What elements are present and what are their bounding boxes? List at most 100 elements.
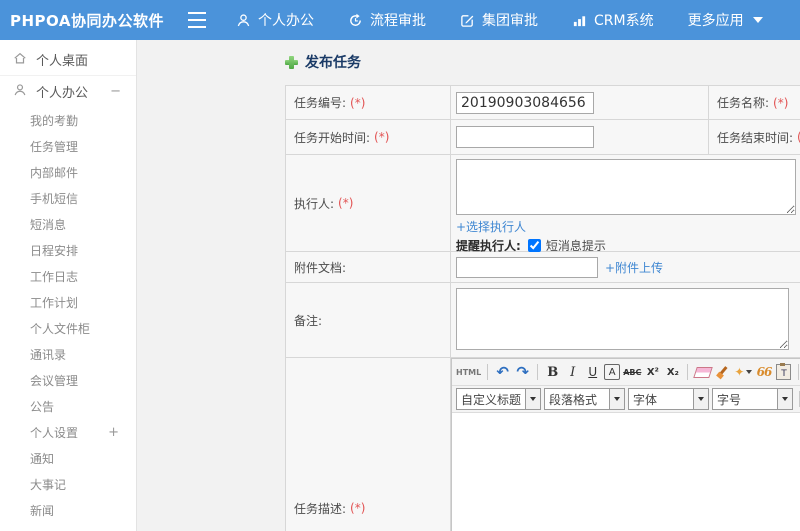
- required-mark: (*): [374, 130, 390, 144]
- home-icon: [13, 51, 27, 69]
- caret-down-icon: [525, 389, 541, 409]
- top-nav-menu: 个人办公 流程审批 集团审批 CRM系统 更多应用: [236, 10, 763, 30]
- sidebar-item-work-log[interactable]: 工作日志: [0, 263, 136, 289]
- sidebar-item-news[interactable]: 新闻: [0, 497, 136, 523]
- required-mark: (*): [350, 501, 366, 515]
- caret-down-icon: [777, 389, 793, 409]
- attachment-input[interactable]: [456, 256, 598, 278]
- custom-title-select[interactable]: 自定义标题: [456, 388, 542, 410]
- sidebar-item-memorabilia[interactable]: 大事记: [0, 471, 136, 497]
- subscript-button[interactable]: X₂: [664, 363, 681, 382]
- choose-executor-link[interactable]: +选择执行人: [456, 220, 526, 234]
- executor-textarea[interactable]: [456, 159, 796, 215]
- remark-textarea[interactable]: [456, 288, 789, 350]
- attachment-label: 附件文档:: [286, 252, 451, 282]
- underline-button[interactable]: U: [584, 363, 601, 382]
- sidebar-item-work-plan[interactable]: 工作计划: [0, 289, 136, 315]
- task-name-label: 任务名称: (*): [709, 86, 800, 119]
- char-border-button[interactable]: A: [604, 364, 621, 380]
- edit-icon: [460, 13, 475, 28]
- paragraph-format-select[interactable]: 段落格式: [544, 388, 626, 410]
- sidebar-item-notice[interactable]: 通知: [0, 445, 136, 471]
- nav-more-apps[interactable]: 更多应用: [688, 10, 763, 30]
- undo-icon[interactable]: ↶: [494, 363, 511, 382]
- sidebar-item-meeting-management[interactable]: 会议管理: [0, 367, 136, 393]
- sidebar-item-label: 个人文件柜: [30, 321, 91, 336]
- sidebar: 个人桌面 个人办公 − 我的考勤 任务管理 内部邮件 手机短信 短消息 日程安排…: [0, 40, 137, 531]
- required-mark: (*): [350, 95, 366, 110]
- sidebar-item-mobile-sms[interactable]: 手机短信: [0, 185, 136, 211]
- eraser-icon[interactable]: [693, 363, 713, 382]
- font-family-select[interactable]: 字体: [628, 388, 710, 410]
- nav-group-approval[interactable]: 集团审批: [460, 10, 538, 30]
- executor-cell: +选择执行人 提醒执行人: 短消息提示: [451, 155, 800, 253]
- chart-icon: [572, 13, 587, 28]
- toolbar-separator: [798, 364, 800, 380]
- sidebar-item-label: 我的考勤: [30, 113, 79, 128]
- sidebar-item-file-cabinet[interactable]: 个人文件柜: [0, 315, 136, 341]
- sidebar-item-label: 日程安排: [30, 243, 79, 258]
- sidebar-item-label: 大事记: [30, 477, 67, 492]
- user-icon: [236, 13, 251, 28]
- strikethrough-button[interactable]: ABC: [623, 363, 641, 382]
- sidebar-item-personal-settings[interactable]: 个人设置 +: [0, 419, 136, 445]
- sidebar-item-label: 工作计划: [30, 295, 79, 310]
- bold-button[interactable]: B: [544, 363, 561, 382]
- app-logo: PHPOA协同办公软件: [10, 11, 164, 30]
- sidebar-item-label: 新闻: [30, 503, 55, 518]
- main-content: 发布任务 任务编号:(*) 任务名称:(*) 任务开始时间:(*): [138, 40, 800, 531]
- caret-down-icon: [746, 370, 753, 374]
- attachment-upload-link[interactable]: +附件上传: [605, 259, 663, 276]
- description-label: 任务描述: (*): [286, 358, 451, 531]
- executor-label: 执行人: (*): [286, 155, 451, 251]
- sidebar-item-task-management[interactable]: 任务管理: [0, 133, 136, 159]
- remark-label: 备注:: [286, 283, 451, 357]
- sidebar-item-schedule[interactable]: 日程安排: [0, 237, 136, 263]
- nav-personal-office[interactable]: 个人办公: [236, 10, 314, 30]
- sidebar-item-my-attendance[interactable]: 我的考勤: [0, 107, 136, 133]
- sidebar-item-personal-office[interactable]: 个人办公 −: [0, 76, 136, 107]
- format-brush-icon[interactable]: [714, 363, 731, 382]
- collapse-icon[interactable]: −: [110, 84, 121, 99]
- sms-remind-checkbox[interactable]: [527, 239, 541, 252]
- sidebar-item-label: 通知: [30, 451, 55, 466]
- start-time-input[interactable]: [456, 126, 594, 148]
- app-screen: PHPOA协同办公软件 个人办公 流程审批 集团审批 CRM系统 更多应用 个人…: [0, 0, 800, 531]
- nav-crm[interactable]: CRM系统: [572, 10, 654, 30]
- page-title: 发布任务: [285, 52, 361, 72]
- caret-down-icon: [752, 17, 763, 23]
- sidebar-item-short-message[interactable]: 短消息: [0, 211, 136, 237]
- paste-text-icon[interactable]: T: [775, 363, 792, 382]
- nav-label: 集团审批: [482, 13, 538, 29]
- sidebar-item-label: 个人设置: [30, 425, 79, 440]
- remark-cell: [451, 283, 800, 357]
- expand-icon[interactable]: +: [108, 425, 119, 440]
- process-icon: [348, 13, 363, 28]
- sidebar-item-contacts[interactable]: 通讯录: [0, 341, 136, 367]
- sidebar-item-label: 短消息: [30, 217, 67, 232]
- sidebar-item-announcement[interactable]: 公告: [0, 393, 136, 419]
- redo-icon[interactable]: ↷: [514, 363, 531, 382]
- sidebar-item-internal-mail[interactable]: 内部邮件: [0, 159, 136, 185]
- task-no-input[interactable]: [456, 91, 594, 114]
- menu-toggle-icon[interactable]: [188, 12, 206, 28]
- editor-toolbar-row1: HTML ↶ ↷ B I U A ABC X² X₂ ✦ 66 T: [452, 359, 800, 386]
- nav-label: 流程审批: [370, 13, 426, 29]
- editor-content-area[interactable]: [452, 413, 800, 531]
- italic-button[interactable]: I: [564, 363, 581, 382]
- nav-label: 个人办公: [258, 13, 314, 29]
- task-no-label: 任务编号: (*): [286, 86, 451, 119]
- nav-workflow-approval[interactable]: 流程审批: [348, 10, 426, 30]
- auto-typeset-icon[interactable]: ✦: [734, 363, 753, 382]
- sidebar-item-label: 工作日志: [30, 269, 79, 284]
- required-mark: (*): [338, 196, 354, 210]
- source-code-button[interactable]: HTML: [456, 363, 481, 382]
- sidebar-item-personal-desktop[interactable]: 个人桌面: [0, 44, 136, 76]
- blockquote-button[interactable]: 66: [755, 363, 773, 382]
- attachment-cell: +附件上传: [451, 252, 800, 282]
- font-size-select[interactable]: 字号: [712, 388, 794, 410]
- sidebar-item-label: 手机短信: [30, 191, 79, 206]
- superscript-button[interactable]: X²: [644, 363, 661, 382]
- nav-label: 更多应用: [687, 13, 744, 29]
- sidebar-item-label: 通讯录: [30, 347, 67, 362]
